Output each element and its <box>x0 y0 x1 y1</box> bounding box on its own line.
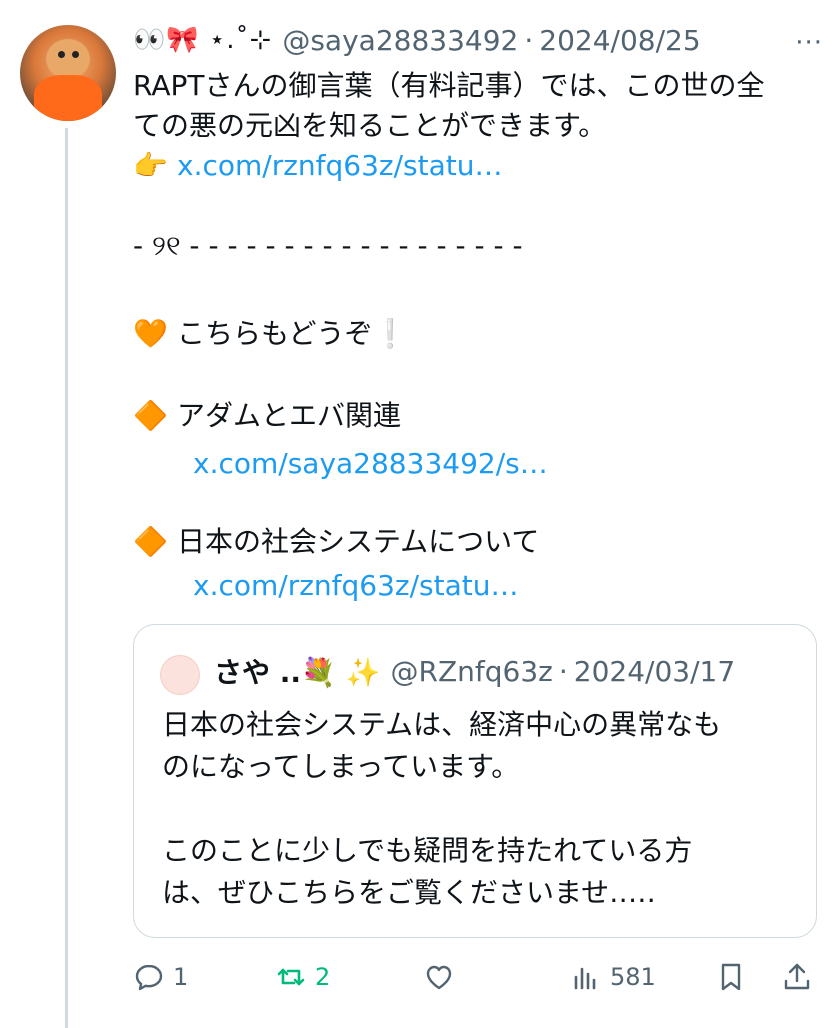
retweet-count: 2 <box>315 963 331 991</box>
list-item: 🔶 日本の社会システムについて <box>133 522 539 562</box>
like-button[interactable] <box>423 955 455 999</box>
tweet-text-line: ての悪の元凶を知ることができます。 <box>133 109 607 142</box>
retweet-icon <box>277 968 305 986</box>
quoted-avatar[interactable] <box>160 655 200 695</box>
share-icon <box>784 963 810 990</box>
share-button[interactable] <box>781 955 813 999</box>
quoted-header: さや ..💐 ✨ @RZnfq63z · 2024/03/17 <box>214 651 735 691</box>
quoted-timestamp: 2024/03/17 <box>573 654 736 688</box>
views-button[interactable]: 581 <box>570 955 656 999</box>
more-options-icon[interactable]: ··· <box>795 28 823 58</box>
avatar-eye <box>58 51 65 58</box>
quoted-text-line: は、ぜひこちらをご覧くださいませ‥… <box>162 876 656 909</box>
orange-diamond-icon: 🔶 <box>133 399 168 432</box>
tweet-link[interactable]: x.com/rznfq63z/statu… <box>177 149 503 182</box>
divider-text: - ୨୧ - - - - - - - - - - - - - - - - - - <box>133 229 523 262</box>
avatar[interactable] <box>20 25 116 121</box>
avatar-face <box>46 39 90 79</box>
orange-diamond-icon: 🔶 <box>133 525 168 558</box>
action-bar: 1 2 581 <box>133 955 823 999</box>
bookmark-button[interactable] <box>715 955 747 999</box>
quoted-text-line: 日本の社会システムは、経済中心の異常なも <box>162 708 722 741</box>
quoted-display-name: さや ..💐 ✨ <box>214 656 381 689</box>
quoted-text-line: このことに少しでも疑問を持たれている方 <box>162 834 693 867</box>
avatar-body <box>34 75 102 121</box>
separator: · <box>524 23 534 57</box>
reply-count: 1 <box>173 963 189 991</box>
display-name[interactable]: 👀🎀 ⋆.˚⊹ <box>133 25 272 55</box>
list-item-label: アダムとエバ関連 <box>177 399 402 432</box>
list-item-link[interactable]: x.com/saya28833492/s… <box>193 444 548 484</box>
quoted-text-line: のになってしまっています。 <box>162 750 520 783</box>
views-count: 581 <box>610 963 656 991</box>
pointing-hand-icon: 👉 <box>133 149 168 182</box>
list-item: 🔶 アダムとエバ関連 <box>133 396 401 436</box>
handle[interactable]: @saya28833492 <box>282 24 518 57</box>
orange-heart-icon: 🧡 <box>133 317 168 350</box>
quoted-tweet[interactable]: さや ..💐 ✨ @RZnfq63z · 2024/03/17 日本の社会システ… <box>133 624 817 938</box>
thread-line <box>65 128 68 1028</box>
tweet-header: 👀🎀 ⋆.˚⊹ @saya28833492 · 2024/08/25 <box>133 22 823 58</box>
avatar-eye <box>72 51 79 58</box>
list-item-label: 日本の社会システムについて <box>177 525 540 558</box>
retweet-button[interactable]: 2 <box>275 955 330 999</box>
timestamp[interactable]: 2024/08/25 <box>539 24 700 57</box>
reply-button[interactable]: 1 <box>133 955 188 999</box>
tweet-text-line: RAPTさんの御言葉（有料記事）では、この世の全 <box>133 69 765 102</box>
quoted-handle: @RZnfq63z <box>390 654 553 688</box>
views-chart-icon <box>574 967 596 990</box>
tweet-link-row: 👉 x.com/rznfq63z/statu… <box>133 146 503 186</box>
separator: · <box>558 654 568 688</box>
section-heading-label: こちらもどうぞ❕ <box>177 317 408 350</box>
section-heading: 🧡 こちらもどうぞ❕ <box>133 314 407 354</box>
bookmark-icon <box>721 963 741 991</box>
list-item-link[interactable]: x.com/rznfq63z/statu… <box>193 566 519 606</box>
heart-icon <box>426 965 452 990</box>
reply-icon <box>135 964 163 991</box>
